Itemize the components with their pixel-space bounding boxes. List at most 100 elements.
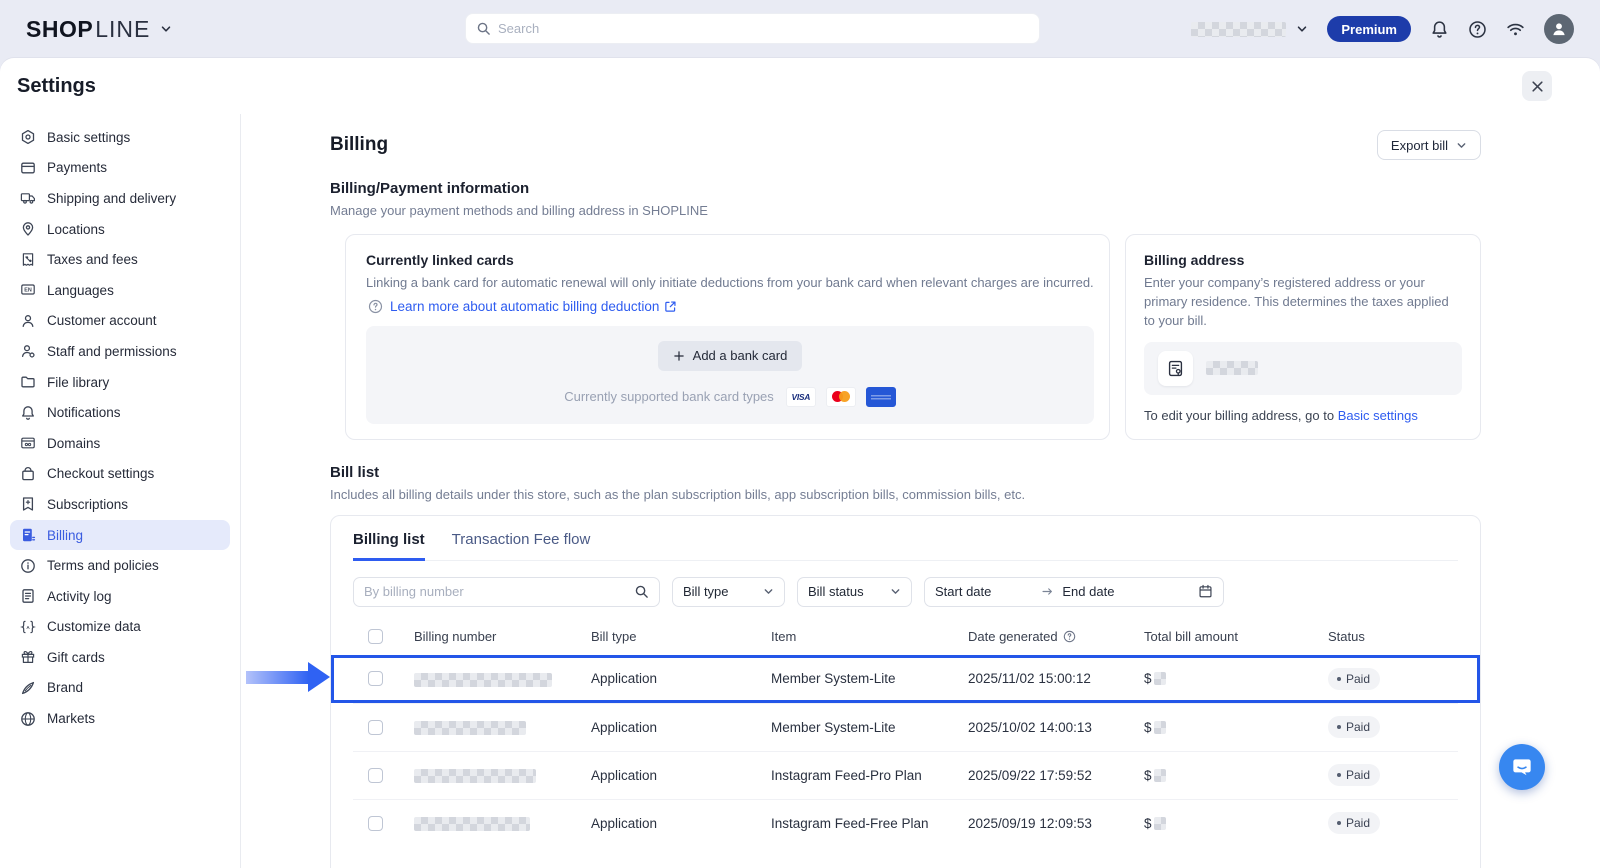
tab-transaction-fee-flow[interactable]: Transaction Fee flow [452, 531, 591, 560]
status-badge: Paid [1328, 716, 1380, 738]
sidebar-item-label: Shipping and delivery [47, 191, 176, 206]
end-date-label: End date [1062, 584, 1114, 599]
sidebar-item-label: Basic settings [47, 130, 130, 145]
cell-date-generated: 2025/09/22 17:59:52 [968, 768, 1144, 783]
date-range-picker[interactable]: Start date End date [924, 577, 1224, 607]
person-icon [20, 313, 36, 329]
store-name-redacted [1191, 22, 1286, 37]
col-status: Status [1328, 629, 1458, 644]
amount-redacted [1154, 672, 1166, 685]
bill-type-select[interactable]: Bill type [672, 577, 785, 607]
sidebar-item-label: Subscriptions [47, 497, 128, 512]
export-bill-button[interactable]: Export bill [1377, 130, 1481, 160]
sidebar-item-activity-log[interactable]: Activity log [10, 581, 230, 612]
question-circle-icon[interactable] [1063, 630, 1076, 643]
row-checkbox[interactable] [368, 720, 383, 735]
sidebar-item-shipping[interactable]: Shipping and delivery [10, 183, 230, 214]
add-bank-card-button[interactable]: Add a bank card [658, 341, 803, 371]
sidebar-item-label: Markets [47, 711, 95, 726]
notifications-bell-icon[interactable] [1430, 20, 1449, 39]
table-row[interactable]: Application Member System-Lite 2025/10/0… [353, 703, 1458, 751]
edit-address-hint: To edit your billing address, go to [1144, 408, 1334, 423]
user-avatar[interactable] [1544, 14, 1574, 44]
sidebar-item-label: Payments [47, 160, 107, 175]
bill-type-label: Bill type [683, 584, 729, 599]
close-settings-button[interactable] [1522, 71, 1552, 101]
basic-settings-link[interactable]: Basic settings [1338, 408, 1418, 423]
billing-number-search[interactable] [353, 577, 660, 607]
row-checkbox[interactable] [368, 671, 383, 686]
bill-table-header: Billing number Bill type Item Date gener… [353, 619, 1458, 655]
sidebar-item-languages[interactable]: Languages [10, 275, 230, 306]
global-search-input[interactable] [498, 21, 1029, 36]
sidebar-item-customize-data[interactable]: Customize data [10, 612, 230, 643]
billing-number-redacted [414, 721, 526, 735]
sidebar-item-gift-cards[interactable]: Gift cards [10, 642, 230, 673]
bill-status-label: Bill status [808, 584, 864, 599]
global-search[interactable] [465, 13, 1040, 44]
search-icon [476, 21, 491, 36]
billing-address-card: Billing address Enter your company’s reg… [1125, 234, 1481, 440]
card-icon [20, 160, 36, 176]
sidebar-item-label: Gift cards [47, 650, 105, 665]
sidebar-item-subscriptions[interactable]: Subscriptions [10, 489, 230, 520]
store-switcher[interactable] [1191, 22, 1308, 37]
select-all-checkbox[interactable] [368, 629, 383, 644]
premium-badge[interactable]: Premium [1327, 16, 1411, 42]
sidebar-item-label: Taxes and fees [47, 252, 138, 267]
status-badge: Paid [1328, 764, 1380, 786]
sidebar-item-label: Languages [47, 283, 114, 298]
sidebar-item-notifications[interactable]: Notifications [10, 397, 230, 428]
col-item: Item [771, 629, 968, 644]
help-icon[interactable] [1468, 20, 1487, 39]
mastercard-logo [826, 387, 856, 407]
cell-item: Instagram Feed-Pro Plan [771, 768, 968, 783]
row-checkbox[interactable] [368, 816, 383, 831]
sidebar-item-checkout-settings[interactable]: Checkout settings [10, 459, 230, 490]
logo-text-light: LINE [95, 16, 150, 43]
table-row[interactable]: Application Instagram Feed-Free Plan 202… [353, 799, 1458, 847]
start-date-label: Start date [935, 584, 991, 599]
sidebar-item-staff-permissions[interactable]: Staff and permissions [10, 336, 230, 367]
billing-number-redacted [414, 769, 536, 783]
truck-icon [20, 190, 36, 206]
learn-more-link[interactable]: Learn more about automatic billing deduc… [390, 299, 677, 314]
sidebar-item-billing[interactable]: Billing [10, 520, 230, 551]
billing-address-description: Enter your company’s registered address … [1144, 274, 1462, 331]
sidebar-item-domains[interactable]: Domains [10, 428, 230, 459]
sidebar-item-payments[interactable]: Payments [10, 153, 230, 184]
bill-status-select[interactable]: Bill status [797, 577, 912, 607]
sidebar-item-label: File library [47, 375, 109, 390]
sidebar-item-terms-policies[interactable]: Terms and policies [10, 550, 230, 581]
visa-logo: VISA [786, 387, 816, 407]
sidebar-item-locations[interactable]: Locations [10, 214, 230, 245]
payment-info-title: Billing/Payment information [330, 180, 1481, 197]
person-gear-icon [20, 343, 36, 359]
chevron-down-icon [763, 586, 774, 597]
row-checkbox[interactable] [368, 768, 383, 783]
bill-list-tabs: Billing list Transaction Fee flow [353, 531, 1458, 561]
sidebar-item-file-library[interactable]: File library [10, 367, 230, 398]
learn-more-label: Learn more about automatic billing deduc… [390, 299, 659, 314]
plus-icon [673, 350, 685, 362]
sidebar-item-customer-account[interactable]: Customer account [10, 306, 230, 337]
sidebar-item-label: Notifications [47, 405, 121, 420]
gift-icon [20, 649, 36, 665]
table-row[interactable]: Application Instagram Feed-Pro Plan 2025… [353, 751, 1458, 799]
chat-support-button[interactable] [1499, 744, 1545, 790]
receipt-icon [20, 252, 36, 268]
sidebar-item-basic-settings[interactable]: Basic settings [10, 122, 230, 153]
sidebar-item-markets[interactable]: Markets [10, 703, 230, 734]
page-title: Settings [17, 75, 96, 98]
tab-billing-list[interactable]: Billing list [353, 531, 425, 561]
sidebar-item-taxes[interactable]: Taxes and fees [10, 244, 230, 275]
table-row-highlighted[interactable]: Application Member System-Lite 2025/11/0… [331, 655, 1480, 703]
sidebar-item-label: Checkout settings [47, 466, 154, 481]
wifi-status-icon[interactable] [1506, 20, 1525, 39]
export-bill-label: Export bill [1391, 138, 1448, 153]
shopline-logo[interactable]: SHOPLINE [26, 16, 172, 43]
sidebar-item-brand[interactable]: Brand [10, 673, 230, 704]
billing-number-search-input[interactable] [364, 584, 634, 599]
billing-number-redacted [414, 673, 552, 687]
arrow-right-icon [1041, 585, 1054, 598]
